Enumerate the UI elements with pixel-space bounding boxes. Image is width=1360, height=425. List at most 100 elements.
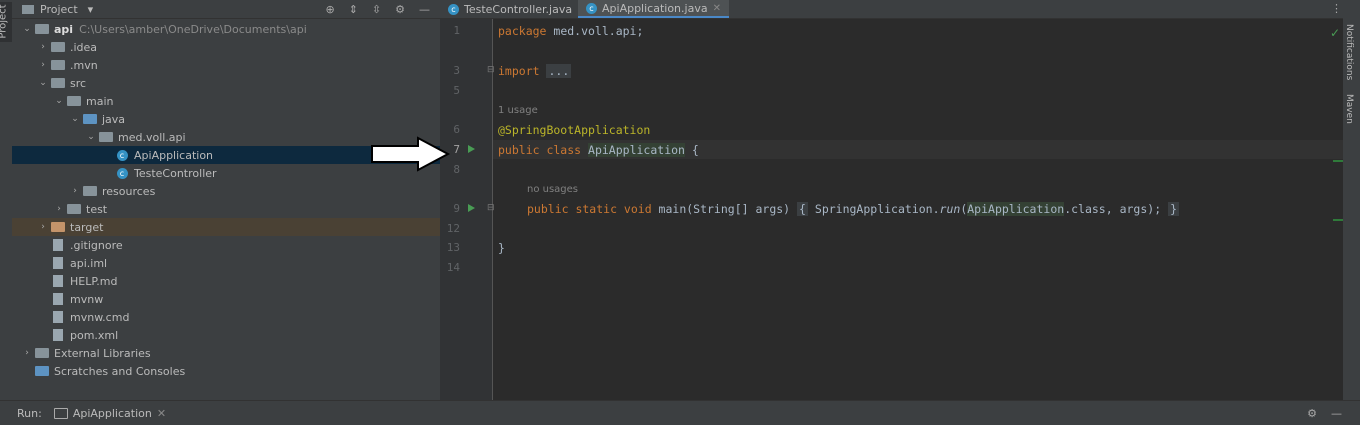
tree-item[interactable]: ⌄ src (12, 74, 440, 92)
check-icon: ✓ (1330, 26, 1341, 40)
collapse-all-icon[interactable]: ⇳ (372, 3, 381, 16)
close-icon[interactable]: ✕ (157, 407, 166, 420)
gear-icon[interactable]: ⚙ (395, 3, 405, 16)
code-line-6: @SpringBootApplication (498, 123, 651, 137)
tab-testecontroller[interactable]: c TesteController.java (440, 0, 580, 18)
tree-item[interactable]: › test (12, 200, 440, 218)
folded-imports[interactable]: ... (546, 64, 572, 78)
code-line-9: public static void main(String[] args) {… (527, 202, 1179, 216)
project-panel: Project ▾ ⊕ ⇕ ⇳ ⚙ — ⌄ api C:\Users\amber\O… (12, 0, 440, 400)
tree-item[interactable]: › External Libraries (12, 344, 440, 362)
project-tool-tab[interactable]: Project (0, 2, 12, 42)
tree-item-label: mvnw.cmd (70, 310, 130, 324)
project-panel-header: Project ▾ ⊕ ⇕ ⇳ ⚙ — (12, 0, 440, 19)
close-icon[interactable]: ✕ (713, 3, 721, 14)
chevron-right-icon[interactable]: › (36, 60, 50, 70)
file-icon (50, 275, 66, 287)
minimize-icon[interactable]: — (419, 3, 430, 16)
folder-icon (34, 23, 50, 35)
project-panel-title[interactable]: Project (40, 3, 78, 16)
gear-icon[interactable]: ⚙ (1307, 407, 1317, 420)
tree-item-label: .mvn (70, 58, 98, 72)
locate-icon[interactable]: ⊕ (325, 3, 334, 16)
tree-item-label: pom.xml (70, 328, 119, 342)
chevron-right-icon[interactable]: › (68, 186, 82, 196)
tab-label: TesteController.java (464, 2, 573, 16)
folder-icon (82, 185, 98, 197)
tree-item-label: HELP.md (70, 274, 118, 288)
file-icon (50, 311, 66, 323)
run-config-tab[interactable]: ApiApplication ✕ (53, 407, 166, 420)
run-label: Run: (17, 406, 42, 420)
line-number: 14 (446, 261, 460, 274)
libraries-icon (34, 347, 50, 359)
console-icon (53, 407, 68, 419)
code-line-3: import ... (498, 64, 572, 78)
file-icon (50, 293, 66, 305)
maven-tool-tab[interactable]: Maven (1344, 94, 1354, 124)
code-editor[interactable]: package med.voll.api; import ... 1 usage… (493, 19, 1343, 400)
tree-item[interactable]: ⌄ main (12, 92, 440, 110)
chevron-right-icon[interactable]: › (52, 204, 66, 214)
folder-icon (50, 221, 66, 233)
tree-item[interactable]: .gitignore (12, 236, 440, 254)
folder-icon (98, 131, 114, 143)
tree-item-label: ApiApplication (134, 148, 214, 162)
chevron-down-icon[interactable]: ⌄ (68, 114, 82, 124)
right-arrow-icon (371, 136, 451, 172)
tree-item[interactable]: Scratches and Consoles (12, 362, 440, 380)
java-class-icon: c (448, 3, 459, 15)
tree-item[interactable]: ⌄ java (12, 110, 440, 128)
tree-item[interactable]: HELP.md (12, 272, 440, 290)
no-usages-hint[interactable]: no usages (527, 184, 578, 195)
folder-icon (66, 95, 82, 107)
tree-item-label: mvnw (70, 292, 104, 306)
java-class-icon: c (586, 2, 597, 14)
folder-icon (82, 113, 98, 125)
run-icon[interactable] (468, 145, 475, 153)
minimize-icon[interactable]: — (1331, 407, 1342, 420)
line-number: 3 (453, 64, 460, 77)
tree-item-label: TesteController (134, 166, 217, 180)
tree-item[interactable]: › .idea (12, 38, 440, 56)
folder-icon (22, 4, 34, 14)
tree-item[interactable]: mvnw (12, 290, 440, 308)
chevron-down-icon[interactable]: ⌄ (52, 96, 66, 106)
tree-item-label: .idea (70, 40, 98, 54)
tree-item[interactable]: › target (12, 218, 440, 236)
tree-item-label: java (102, 112, 126, 126)
editor-gutter: 1 3 ⊟ 5 6 7 8 9 ⊟ 12 13 14 (440, 19, 495, 400)
tree-item-label: Scratches and Consoles (54, 364, 186, 378)
code-line-7: public class ApiApplication { (498, 143, 699, 157)
tree-item-label: External Libraries (54, 346, 151, 360)
tree-item[interactable]: mvnw.cmd (12, 308, 440, 326)
more-icon[interactable]: ⋮ (1331, 2, 1342, 15)
chevron-down-icon[interactable]: ⌄ (20, 24, 34, 34)
tree-item-label: .gitignore (70, 238, 123, 252)
chevron-right-icon[interactable]: › (36, 222, 50, 232)
notifications-tool-tab[interactable]: Notifications (1344, 24, 1354, 80)
tree-item[interactable]: › resources (12, 182, 440, 200)
tree-item[interactable]: ⌄ api C:\Users\amber\OneDrive\Documents\ap… (12, 20, 440, 38)
expand-all-icon[interactable]: ⇕ (349, 3, 358, 16)
usage-hint[interactable]: 1 usage (498, 105, 538, 116)
folder-icon (66, 203, 82, 215)
code-line-1: package med.voll.api; (498, 24, 644, 38)
chevron-down-icon[interactable]: ⌄ (84, 132, 98, 142)
java-class-icon: c (114, 167, 130, 179)
folder-icon (50, 41, 66, 53)
tree-item-label: target (70, 220, 104, 234)
folder-icon (50, 59, 66, 71)
file-icon (50, 329, 66, 341)
project-path: C:\Users\amber\OneDrive\Documents\api (79, 22, 307, 36)
chevron-right-icon[interactable]: › (36, 42, 50, 52)
tree-item[interactable]: api.iml (12, 254, 440, 272)
tree-item[interactable]: pom.xml (12, 326, 440, 344)
chevron-down-icon[interactable]: ⌄ (36, 78, 50, 88)
run-icon[interactable] (468, 204, 475, 212)
chevron-right-icon[interactable]: › (20, 348, 34, 358)
tab-apiapplication[interactable]: c ApiApplication.java ✕ (578, 0, 729, 18)
tree-item[interactable]: › .mvn (12, 56, 440, 74)
tree-item-label: resources (102, 184, 156, 198)
chevron-down-icon[interactable]: ▾ (88, 3, 94, 16)
